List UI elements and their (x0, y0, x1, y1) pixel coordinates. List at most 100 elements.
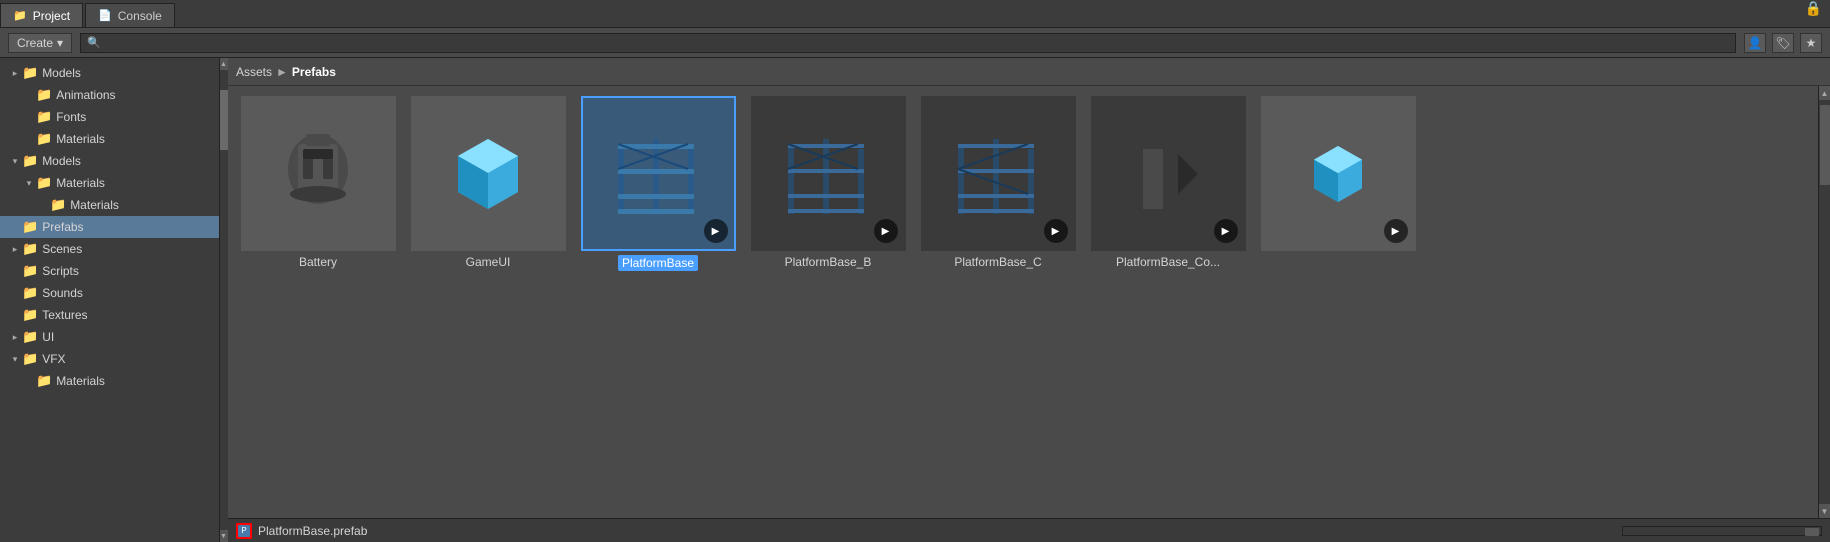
asset-item-platformbase-c[interactable]: ▶ PlatformBase_C (918, 96, 1078, 271)
sidebar-item-prefabs[interactable]: 📁 Prefabs (0, 216, 219, 238)
platform-svg (608, 124, 708, 224)
create-label: Create (17, 36, 53, 50)
sidebar: ▸ 📁 Models 📁 Animations 📁 Fonts 📁 Materi… (0, 58, 220, 542)
scroll-track[interactable] (1819, 100, 1830, 504)
sidebar-item-scripts[interactable]: 📁 Scripts (0, 260, 219, 282)
asset-thumbnail-platformbase-c: ▶ (921, 96, 1076, 251)
tab-console-label: Console (118, 9, 162, 23)
folder-icon: 📁 (22, 153, 38, 169)
scroll-up-button[interactable]: ▲ (1819, 86, 1830, 100)
sidebar-item-vfx[interactable]: ▾ 📁 VFX (0, 348, 219, 370)
arrow-icon: ▸ (8, 244, 22, 255)
sidebar-item-materials-expanded[interactable]: ▾ 📁 Materials (0, 172, 219, 194)
sidebar-item-scenes[interactable]: ▸ 📁 Scenes (0, 238, 219, 260)
play-overlay[interactable]: ▶ (874, 219, 898, 243)
cube-svg (438, 124, 538, 224)
tab-console[interactable]: 📄 Console (85, 3, 175, 27)
scroll-thumb[interactable] (1820, 105, 1830, 185)
sidebar-item-models-top[interactable]: ▸ 📁 Models (0, 62, 219, 84)
horiz-scroll-thumb[interactable] (1805, 528, 1819, 536)
folder-icon: 📁 (22, 307, 38, 323)
asset-item-gameui[interactable]: GameUI (408, 96, 568, 271)
asset-label-platformbase-co: PlatformBase_Co... (1116, 255, 1220, 269)
asset-item-platformbase-b[interactable]: ▶ PlatformBase_B (748, 96, 908, 271)
folder-icon: 📁 (22, 263, 38, 279)
sidebar-item-label: Materials (56, 176, 105, 190)
collab-icon: 👤 (1748, 36, 1763, 50)
sidebar-item-label: Scenes (42, 242, 82, 256)
sidebar-item-label: Sounds (42, 286, 83, 300)
play-overlay-row2[interactable]: ▶ (1384, 219, 1408, 243)
folder-icon: 📁 (36, 109, 52, 125)
file-type-icon: P (236, 523, 252, 539)
sidebar-item-textures[interactable]: 📁 Textures (0, 304, 219, 326)
sidebar-item-vfx-materials[interactable]: 📁 Materials (0, 370, 219, 392)
toolbar: Create ▾ 🔍 👤 🏷 ★ (0, 28, 1830, 58)
asset-area: Battery GameUI (228, 86, 1830, 518)
arrow-icon: ▾ (22, 178, 36, 189)
asset-item-row2-cube[interactable]: ▶ (1258, 96, 1418, 271)
arrow-icon: ▾ (8, 156, 22, 167)
asset-label-platformbase: PlatformBase (618, 255, 698, 271)
folder-icon: 📁 (22, 329, 38, 345)
platform-b-svg (778, 124, 878, 224)
sidebar-item-models-expanded[interactable]: ▾ 📁 Models (0, 150, 219, 172)
folder-icon: 📁 (36, 175, 52, 191)
scroll-down-button[interactable]: ▼ (1819, 504, 1830, 518)
asset-item-platformbase[interactable]: ▶ PlatformBase (578, 96, 738, 271)
breadcrumb: Assets ► Prefabs (228, 58, 1830, 86)
cube2-svg (1298, 134, 1378, 214)
sidebar-item-label: Animations (56, 88, 115, 102)
status-filename: PlatformBase.prefab (258, 524, 367, 538)
vertical-scrollbar[interactable]: ▲ ▼ (1818, 86, 1830, 518)
arrow-icon: ▸ (8, 332, 22, 343)
breadcrumb-root[interactable]: Assets (236, 65, 272, 79)
tab-project-label: Project (33, 9, 70, 23)
main-content: ▸ 📁 Models 📁 Animations 📁 Fonts 📁 Materi… (0, 58, 1830, 542)
project-tab-icon: 📁 (13, 9, 27, 22)
asset-label-battery: Battery (299, 255, 337, 269)
sidebar-item-sounds[interactable]: 📁 Sounds (0, 282, 219, 304)
search-bar[interactable]: 🔍 (80, 33, 1736, 53)
asset-thumbnail-battery (241, 96, 396, 251)
sidebar-item-materials-sub[interactable]: 📁 Materials (0, 194, 219, 216)
sidebar-item-label: Scripts (42, 264, 79, 278)
folder-icon: 📁 (36, 373, 52, 389)
folder-icon: 📁 (36, 131, 52, 147)
breadcrumb-current: Prefabs (292, 65, 336, 79)
sidebar-item-label: VFX (42, 352, 65, 366)
create-button[interactable]: Create ▾ (8, 33, 72, 53)
tag-button[interactable]: 🏷 (1772, 33, 1794, 53)
folder-icon: 📁 (22, 285, 38, 301)
sidebar-item-materials-top[interactable]: 📁 Materials (0, 128, 219, 150)
play-overlay[interactable]: ▶ (1044, 219, 1068, 243)
play-overlay[interactable]: ▶ (704, 219, 728, 243)
sidebar-item-ui[interactable]: ▸ 📁 UI (0, 326, 219, 348)
arrow-icon: ▾ (8, 354, 22, 365)
sidebar-item-fonts[interactable]: 📁 Fonts (0, 106, 219, 128)
horiz-scroll-track[interactable] (1622, 526, 1822, 536)
tab-project[interactable]: 📁 Project (0, 3, 83, 27)
folder-icon: 📁 (36, 87, 52, 103)
create-arrow: ▾ (57, 36, 63, 50)
play-overlay[interactable]: ▶ (1214, 219, 1238, 243)
battery-svg (268, 124, 368, 224)
arrow-icon: ▸ (8, 68, 22, 79)
sidebar-item-animations[interactable]: 📁 Animations (0, 84, 219, 106)
collab-button[interactable]: 👤 (1744, 33, 1766, 53)
asset-thumbnail-row2: ▶ (1261, 96, 1416, 251)
asset-item-battery[interactable]: Battery (238, 96, 398, 271)
horizontal-scrollbar[interactable] (1622, 526, 1822, 536)
star-button[interactable]: ★ (1800, 33, 1822, 53)
asset-label-gameui: GameUI (466, 255, 511, 269)
asset-label-platformbase-c: PlatformBase_C (954, 255, 1041, 269)
right-panel: Assets ► Prefabs (228, 58, 1830, 542)
asset-label-platformbase-b: PlatformBase_B (785, 255, 872, 269)
asset-grid: Battery GameUI (228, 86, 1818, 518)
asset-item-platformbase-co[interactable]: ▶ PlatformBase_Co... (1088, 96, 1248, 271)
search-input[interactable] (105, 36, 1729, 50)
sidebar-item-label: Materials (56, 374, 105, 388)
folder-icon: 📁 (50, 197, 66, 213)
sidebar-scrollbar[interactable]: ▲ ▼ (220, 58, 228, 542)
sidebar-item-label: Prefabs (42, 220, 83, 234)
